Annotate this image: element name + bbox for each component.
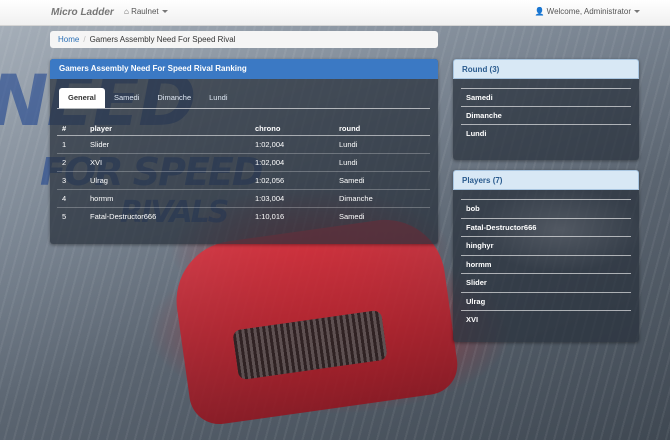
cell-round: Samedi xyxy=(334,171,430,190)
cell-player: XVI xyxy=(85,153,250,172)
account-dropdown[interactable]: 👤 Welcome, Administrator xyxy=(534,7,640,16)
cell-player: hormm xyxy=(85,189,250,208)
list-item-player[interactable]: Slider xyxy=(461,273,631,292)
players-panel: Players (7) bob Fatal-Destructor666 hing… xyxy=(453,170,639,342)
column-header-rank: # xyxy=(57,121,85,136)
ranking-tabs: General Samedi Dimanche Lundi xyxy=(59,88,237,108)
cell-round: Lundi xyxy=(334,135,430,154)
cell-rank: 4 xyxy=(57,189,85,208)
rounds-list: Samedi Dimanche Lundi xyxy=(461,88,631,142)
list-item-player[interactable]: hinghyr xyxy=(461,236,631,255)
ranking-panel-title: Gamers Assembly Need For Speed Rival Ran… xyxy=(50,59,438,79)
tab-lundi[interactable]: Lundi xyxy=(200,88,236,108)
tab-samedi[interactable]: Samedi xyxy=(105,88,148,108)
column-header-chrono: chrono xyxy=(250,121,334,136)
user-icon: 👤 xyxy=(534,7,545,16)
players-list: bob Fatal-Destructor666 hinghyr hormm Sl… xyxy=(461,199,631,329)
table-row: 3 Ulrag 1:02,056 Samedi xyxy=(57,171,430,190)
tabs-divider xyxy=(57,108,430,109)
cell-rank: 5 xyxy=(57,207,85,225)
cell-player: Ulrag xyxy=(85,171,250,190)
caret-down-icon xyxy=(161,10,168,14)
breadcrumb: Home / Gamers Assembly Need For Speed Riva… xyxy=(50,31,438,48)
cell-rank: 3 xyxy=(57,171,85,190)
caret-down-icon xyxy=(634,10,640,14)
list-item-player[interactable]: Ulrag xyxy=(461,291,631,311)
breadcrumb-current: Gamers Assembly Need For Speed Rival xyxy=(89,35,236,44)
table-row: 4 hormm 1:03,004 Dimanche xyxy=(57,189,430,208)
cell-player: Slider xyxy=(85,135,250,154)
top-navbar: Micro Ladder ⌂ Raulnet 👤 Welcome, Admini… xyxy=(0,0,670,26)
cell-round: Dimanche xyxy=(334,189,430,208)
column-header-round: round xyxy=(334,121,430,136)
cell-chrono: 1:02,056 xyxy=(250,171,334,190)
ranking-table: # player chrono round 1 Slider 1:02,004 … xyxy=(57,121,430,225)
brand-link[interactable]: Micro Ladder xyxy=(51,7,114,18)
cell-round: Lundi xyxy=(334,153,430,172)
cell-chrono: 1:10,016 xyxy=(250,207,334,225)
home-icon: ⌂ xyxy=(124,7,129,16)
table-row: 1 Slider 1:02,004 Lundi xyxy=(57,135,430,154)
table-row: 5 Fatal-Destructor666 1:10,016 Samedi xyxy=(57,207,430,225)
list-item-round[interactable]: Dimanche xyxy=(461,106,631,124)
tab-general[interactable]: General xyxy=(59,88,105,108)
list-item-player[interactable]: XVI xyxy=(461,310,631,329)
list-item-player[interactable]: bob xyxy=(461,199,631,218)
players-panel-title: Players (7) xyxy=(453,170,639,190)
table-row: 2 XVI 1:02,004 Lundi xyxy=(57,153,430,172)
column-header-player: player xyxy=(85,121,250,136)
list-item-round[interactable]: Lundi xyxy=(461,124,631,142)
cell-chrono: 1:02,004 xyxy=(250,135,334,154)
cell-chrono: 1:02,004 xyxy=(250,153,334,172)
breadcrumb-home-link[interactable]: Home xyxy=(58,35,79,44)
user-menu-label: Raulnet xyxy=(131,7,159,16)
cell-rank: 2 xyxy=(57,153,85,172)
rounds-panel-title: Round (3) xyxy=(453,59,639,79)
user-menu-dropdown[interactable]: ⌂ Raulnet xyxy=(124,7,168,16)
table-header-row: # player chrono round xyxy=(57,121,430,136)
rounds-panel: Round (3) Samedi Dimanche Lundi xyxy=(453,59,639,160)
cell-rank: 1 xyxy=(57,135,85,154)
cell-player: Fatal-Destructor666 xyxy=(85,207,250,225)
list-item-player[interactable]: hormm xyxy=(461,254,631,274)
list-item-round[interactable]: Samedi xyxy=(461,88,631,106)
ranking-panel: Gamers Assembly Need For Speed Rival Ran… xyxy=(50,59,438,244)
cell-round: Samedi xyxy=(334,207,430,225)
breadcrumb-separator: / xyxy=(83,35,86,44)
tab-dimanche[interactable]: Dimanche xyxy=(148,88,200,108)
cell-chrono: 1:03,004 xyxy=(250,189,334,208)
welcome-label: Welcome, Administrator xyxy=(546,7,631,16)
list-item-player[interactable]: Fatal-Destructor666 xyxy=(461,217,631,237)
